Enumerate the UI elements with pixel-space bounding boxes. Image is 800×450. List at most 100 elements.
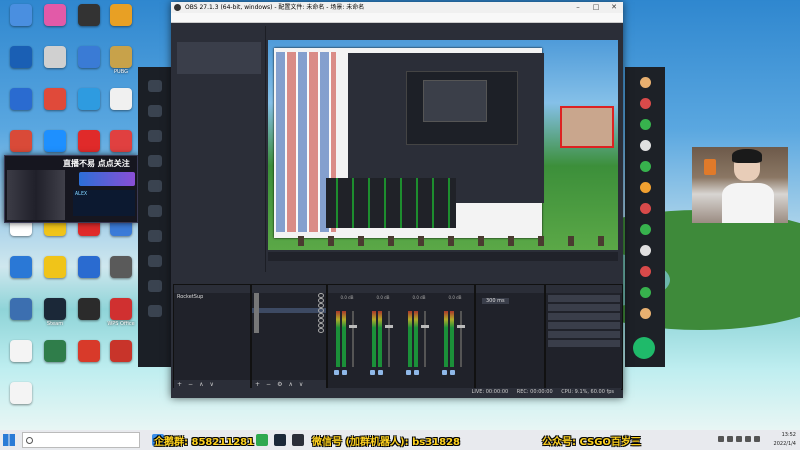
desktop-icon[interactable] (4, 380, 38, 424)
up-icon[interactable]: ∧ (199, 381, 203, 388)
taskbar-search-input[interactable] (22, 432, 140, 448)
volume-fader-knob[interactable] (421, 325, 429, 328)
app-icon[interactable] (148, 230, 162, 242)
gear-icon[interactable] (378, 370, 383, 375)
remove-icon[interactable]: − (188, 381, 193, 388)
virtual-camera-button[interactable] (548, 313, 620, 320)
volume-fader-knob[interactable] (457, 325, 465, 328)
app-icon[interactable] (639, 287, 651, 298)
gear-icon[interactable] (414, 370, 419, 375)
desktop-icon[interactable] (72, 338, 106, 382)
desktop-icon[interactable] (104, 338, 138, 382)
app-icon[interactable] (639, 182, 651, 193)
tray-icon[interactable] (736, 436, 742, 442)
desktop-icon[interactable] (72, 2, 106, 46)
volume-fader-track[interactable] (388, 311, 390, 367)
add-icon[interactable]: + (177, 381, 182, 388)
exit-button[interactable] (548, 340, 620, 347)
desktop-icon[interactable] (104, 86, 138, 130)
app-icon[interactable] (148, 80, 162, 92)
tray-icon[interactable] (745, 436, 751, 442)
desktop-icon[interactable] (38, 254, 72, 298)
studio-mode-button[interactable] (548, 322, 620, 329)
app-icon[interactable] (148, 180, 162, 192)
app-icon[interactable] (639, 161, 651, 172)
speaker-icon[interactable] (406, 370, 411, 375)
app-icon[interactable] (148, 280, 162, 292)
desktop-icon[interactable]: WPS Office (104, 296, 138, 340)
volume-fader-knob[interactable] (349, 325, 357, 328)
tray-icon[interactable] (727, 436, 733, 442)
steam-icon[interactable] (274, 434, 286, 446)
avatar-icon[interactable] (639, 77, 651, 88)
tray-icon[interactable] (718, 436, 724, 442)
close-icon[interactable]: ✕ (605, 2, 623, 13)
gear-icon[interactable] (342, 370, 347, 375)
app-icon[interactable] (148, 255, 162, 267)
app-icon[interactable] (148, 155, 162, 167)
app-icon[interactable] (639, 266, 651, 277)
app-icon[interactable] (148, 105, 162, 117)
desktop-icon[interactable] (72, 254, 106, 298)
desktop-icon[interactable] (4, 338, 38, 382)
app-icon[interactable] (639, 98, 651, 109)
app-icon[interactable] (639, 245, 651, 256)
gear-icon[interactable] (450, 370, 455, 375)
app-icon[interactable] (148, 305, 162, 317)
stop-streaming-button[interactable] (548, 295, 620, 302)
gear-icon[interactable]: ⚙ (277, 381, 282, 388)
obs-taskbar-icon[interactable] (292, 434, 304, 446)
volume-fader-track[interactable] (352, 311, 354, 367)
desktop-icon[interactable]: PUBG (104, 44, 138, 88)
clock[interactable]: 13:52 2022/1/4 (774, 430, 796, 450)
windows-start-icon[interactable] (3, 434, 15, 446)
settings-button[interactable] (548, 331, 620, 338)
desktop-icon[interactable] (38, 338, 72, 382)
desktop-icon[interactable] (4, 254, 38, 298)
desktop-icon[interactable] (38, 86, 72, 130)
desktop-icon[interactable] (38, 2, 72, 46)
duration-input[interactable]: 300 ms (482, 298, 509, 304)
down-icon[interactable]: ∨ (209, 381, 213, 388)
minimize-icon[interactable]: – (569, 2, 587, 13)
source-item[interactable] (252, 328, 326, 333)
app-icon[interactable] (639, 119, 651, 130)
desktop-icon[interactable] (4, 86, 38, 130)
dock-card[interactable] (177, 42, 261, 74)
desktop-icon[interactable]: Steam (38, 296, 72, 340)
remove-icon[interactable]: − (266, 381, 271, 388)
speaker-icon[interactable] (370, 370, 375, 375)
desktop-icon[interactable] (72, 86, 106, 130)
speaker-icon[interactable] (334, 370, 339, 375)
volume-fader-track[interactable] (424, 311, 426, 367)
add-icon[interactable]: + (255, 381, 260, 388)
scene-item[interactable]: RocketSup (174, 293, 250, 301)
desktop-icon[interactable] (72, 296, 106, 340)
desktop-icon[interactable] (104, 2, 138, 46)
app-icon[interactable] (639, 308, 651, 319)
speaker-icon[interactable] (442, 370, 447, 375)
start-recording-button[interactable] (548, 304, 620, 311)
desktop-icon[interactable] (104, 254, 138, 298)
maximize-icon[interactable]: □ (587, 2, 605, 13)
app-icon[interactable] (639, 203, 651, 214)
desktop-icon[interactable] (38, 44, 72, 88)
tray-icon[interactable] (754, 436, 760, 442)
call-button[interactable] (633, 337, 655, 359)
app-icon[interactable] (148, 205, 162, 217)
up-icon[interactable]: ∧ (288, 381, 292, 388)
eye-icon[interactable] (318, 328, 324, 333)
desktop-icon[interactable] (4, 296, 38, 340)
desktop-icon[interactable] (4, 44, 38, 88)
desktop-icon[interactable] (72, 44, 106, 88)
volume-fader-track[interactable] (460, 311, 462, 367)
app-icon[interactable] (639, 140, 651, 151)
app-icon[interactable] (639, 224, 651, 235)
obs-preview[interactable] (268, 40, 618, 250)
volume-fader-knob[interactable] (385, 325, 393, 328)
obs-title-bar[interactable]: OBS 27.1.3 (64-bit, windows) - 配置文件: 未命名… (171, 2, 623, 13)
wechat-icon[interactable] (256, 434, 268, 446)
desktop-icon[interactable] (4, 2, 38, 46)
app-icon[interactable] (148, 130, 162, 142)
down-icon[interactable]: ∨ (299, 381, 303, 388)
